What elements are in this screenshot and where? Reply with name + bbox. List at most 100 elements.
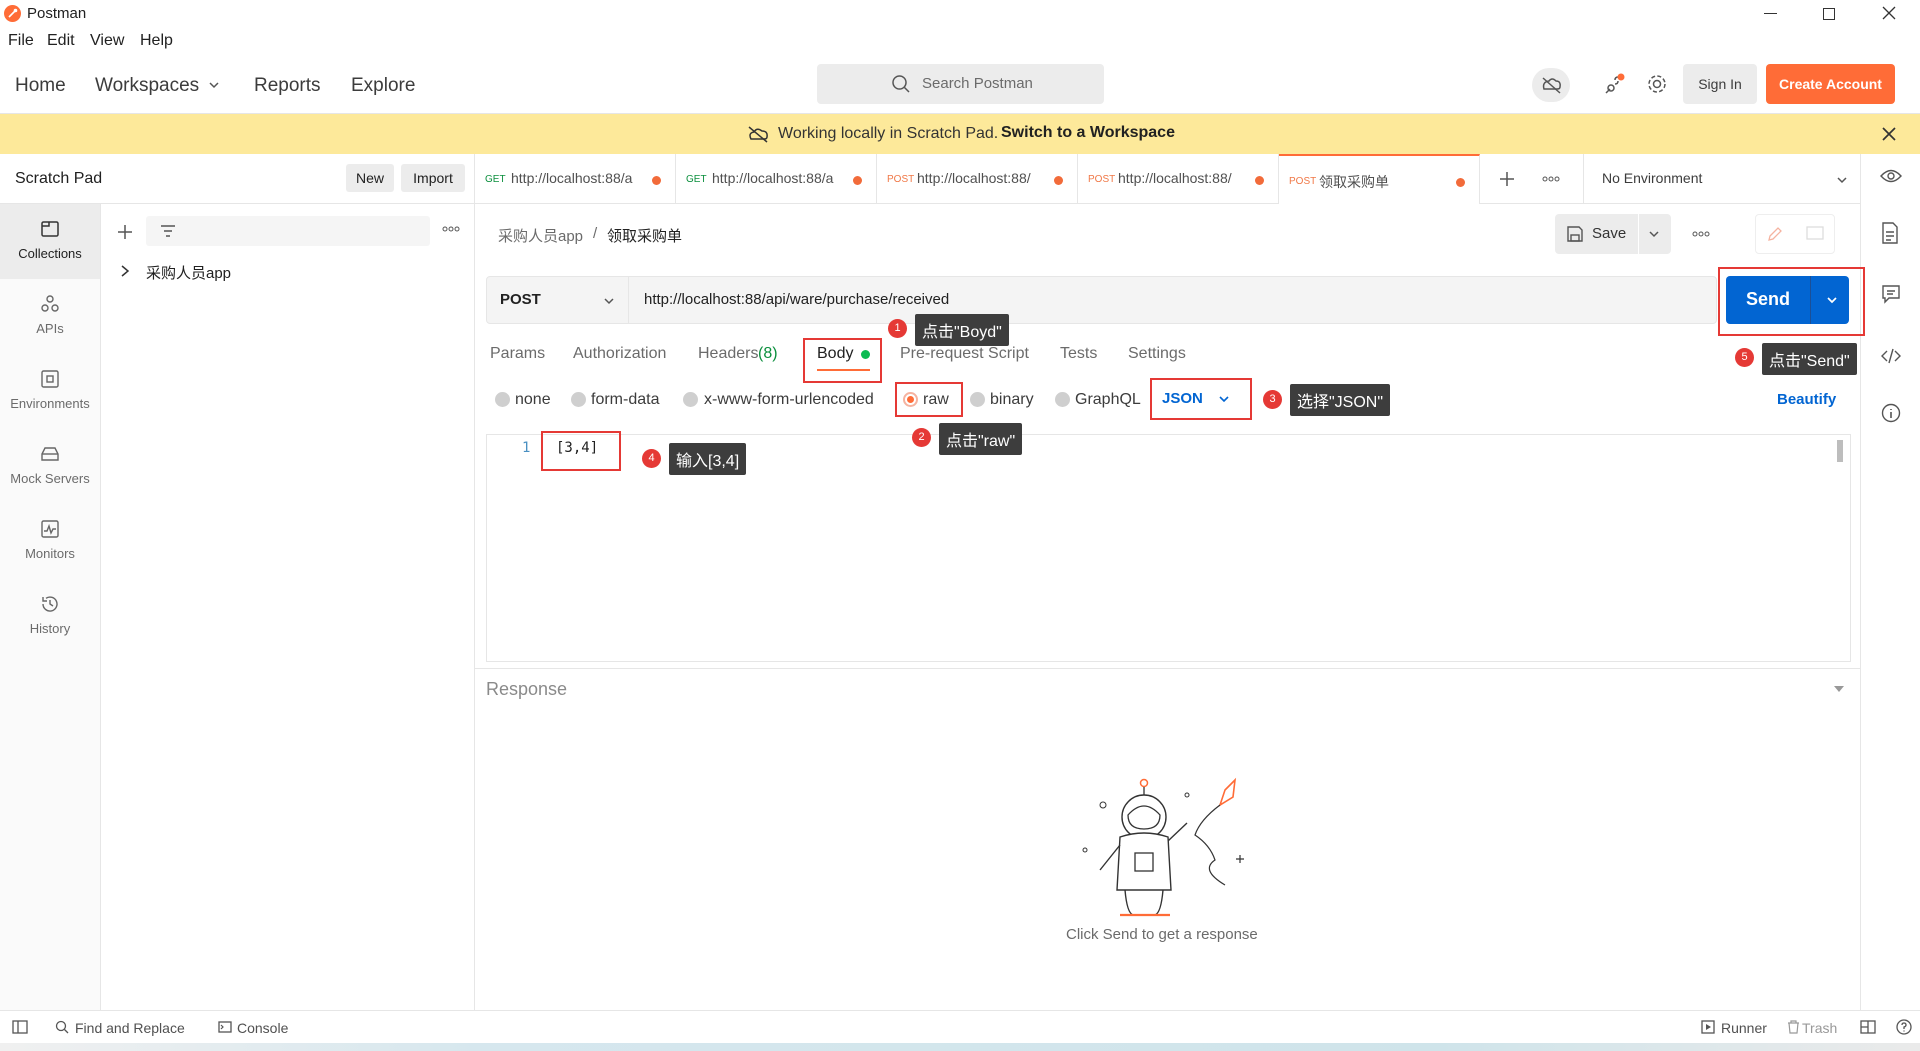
documentation-icon[interactable] (1881, 222, 1899, 244)
nav-home[interactable]: Home (15, 75, 66, 97)
environment-select[interactable]: No Environment (1583, 154, 1860, 204)
rail-mock-servers[interactable]: Mock Servers (0, 429, 100, 504)
settings-gear-icon[interactable] (1645, 72, 1669, 96)
switch-workspace-link[interactable]: Switch to a Workspace (1001, 124, 1175, 142)
tab-settings[interactable]: Settings (1128, 345, 1186, 363)
toggle-sidebar-icon[interactable] (12, 1020, 28, 1034)
body-type-form-data[interactable]: form-data (591, 391, 659, 409)
add-icon[interactable] (117, 224, 133, 240)
rail-label: Collections (18, 246, 82, 261)
format-select[interactable]: JSON (1162, 390, 1203, 407)
chevron-down-icon[interactable] (208, 79, 220, 91)
tab-request-active[interactable]: POST 领取采购单 (1279, 154, 1480, 204)
help-icon[interactable] (1896, 1019, 1912, 1035)
rail-history[interactable]: History (0, 579, 100, 654)
rail-apis[interactable]: APIs (0, 279, 100, 354)
menu-help[interactable]: Help (140, 32, 173, 50)
unsaved-dot-icon (1456, 178, 1465, 187)
body-type-none[interactable]: none (515, 391, 551, 409)
create-account-button[interactable]: Create Account (1766, 64, 1895, 104)
code-icon[interactable] (1880, 347, 1902, 365)
minimize-icon[interactable] (1764, 13, 1777, 14)
console-button[interactable]: Console (237, 1020, 288, 1036)
send-dropdown-chevron-icon[interactable] (1826, 294, 1838, 306)
satellite-icon[interactable] (1602, 73, 1626, 97)
comment-icon[interactable] (1806, 226, 1824, 242)
editor-scrollbar[interactable] (1837, 440, 1843, 462)
tab-body[interactable]: Body (817, 345, 853, 363)
chevron-down-icon[interactable] (1218, 393, 1230, 405)
method-select[interactable]: POST (487, 277, 629, 323)
body-type-graphql[interactable]: GraphQL (1075, 391, 1141, 409)
tab-authorization[interactable]: Authorization (573, 345, 666, 363)
beautify-link[interactable]: Beautify (1777, 391, 1836, 408)
pencil-icon[interactable] (1766, 225, 1784, 243)
radio-graphql[interactable] (1055, 392, 1070, 407)
cloud-offline-icon[interactable] (1532, 68, 1570, 102)
restore-icon[interactable] (1823, 8, 1835, 20)
radio-urlencoded[interactable] (683, 392, 698, 407)
rail-collections[interactable]: Collections (0, 204, 100, 279)
body-type-urlencoded[interactable]: x-www-form-urlencoded (704, 391, 874, 409)
two-pane-icon[interactable] (1860, 1020, 1876, 1034)
chevron-down-icon (1836, 174, 1848, 186)
sign-in-button[interactable]: Sign In (1683, 64, 1757, 104)
tab-request-3[interactable]: POST http://localhost:88/ (877, 154, 1078, 204)
eye-icon[interactable] (1880, 168, 1902, 184)
menu-edit[interactable]: Edit (47, 32, 75, 50)
close-banner-icon[interactable] (1881, 126, 1897, 142)
tab-request-2[interactable]: GET http://localhost:88/a (676, 154, 877, 204)
tab-tests[interactable]: Tests (1060, 345, 1097, 363)
send-button-group: Send (1726, 276, 1849, 324)
tab-request-4[interactable]: POST http://localhost:88/ (1078, 154, 1279, 204)
breadcrumb-separator: / (593, 225, 598, 242)
breadcrumb-parent[interactable]: 采购人员app (498, 225, 583, 246)
new-tab-plus-icon[interactable] (1499, 171, 1515, 187)
search-box[interactable]: Search Postman (817, 64, 1104, 104)
radio-raw-selected[interactable] (903, 392, 918, 407)
body-type-raw[interactable]: raw (923, 391, 949, 409)
radio-form-data[interactable] (571, 392, 586, 407)
body-type-binary[interactable]: binary (990, 391, 1034, 409)
runner-button[interactable]: Runner (1721, 1020, 1767, 1036)
nav-workspaces[interactable]: Workspaces (95, 75, 199, 97)
collection-item[interactable]: 采购人员app (146, 262, 231, 283)
info-icon[interactable] (1881, 403, 1901, 423)
menu-bar: File Edit View Help (0, 28, 1920, 56)
menu-view[interactable]: View (90, 32, 124, 50)
nav-reports[interactable]: Reports (254, 75, 321, 97)
find-replace-button[interactable]: Find and Replace (75, 1020, 185, 1036)
collapse-response-icon[interactable] (1833, 685, 1845, 693)
rail-monitors[interactable]: Monitors (0, 504, 100, 579)
tab-request-1[interactable]: GET http://localhost:88/a (475, 154, 676, 204)
menu-file[interactable]: File (8, 32, 34, 50)
step-badge-1: 1 (888, 319, 907, 338)
filter-input[interactable] (146, 216, 430, 246)
trash-button[interactable]: Trash (1802, 1020, 1837, 1036)
more-options-icon[interactable] (442, 226, 460, 232)
tab-headers[interactable]: Headers (698, 345, 758, 363)
radio-none[interactable] (495, 392, 510, 407)
import-button[interactable]: Import (401, 164, 465, 192)
rail-environments[interactable]: Environments (0, 354, 100, 429)
trash-icon (1787, 1020, 1800, 1034)
tip-step-1: 点击"Boyd" (915, 314, 1009, 346)
window-title: Postman (27, 5, 87, 22)
send-button[interactable]: Send (1746, 289, 1790, 310)
request-more-icon[interactable] (1692, 231, 1710, 237)
annotation-box-editor (541, 431, 621, 471)
radio-binary[interactable] (970, 392, 985, 407)
save-dropdown-chevron-icon[interactable] (1648, 228, 1660, 240)
tab-params[interactable]: Params (490, 345, 545, 363)
save-button[interactable]: Save (1592, 225, 1626, 242)
nav-explore[interactable]: Explore (351, 75, 415, 97)
unsaved-dot-icon (652, 176, 661, 185)
body-status-dot-icon (861, 350, 870, 359)
tab-pre-request-script[interactable]: Pre-request Script (900, 345, 1029, 363)
close-window-icon[interactable] (1881, 5, 1897, 21)
chevron-right-icon[interactable] (120, 265, 130, 277)
url-input[interactable]: http://localhost:88/api/ware/purchase/re… (644, 291, 949, 308)
comments-icon[interactable] (1881, 284, 1901, 304)
new-button[interactable]: New (346, 164, 394, 192)
tabs-more-icon[interactable] (1542, 176, 1560, 182)
